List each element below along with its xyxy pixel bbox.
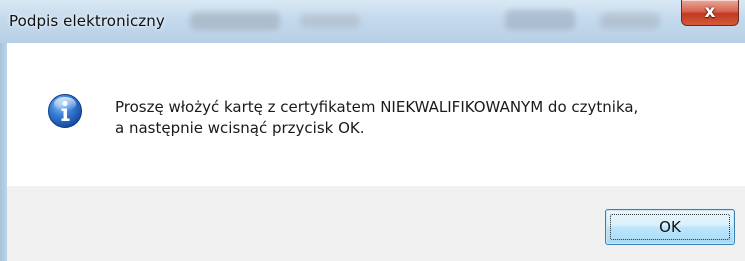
ok-button-label: OK: [659, 218, 681, 236]
info-icon: [48, 94, 82, 128]
title-bar-background-blur: [505, 10, 575, 30]
dialog-message: Proszę włożyć kartę z certyfikatem NIEKW…: [115, 97, 638, 139]
message-dialog: Podpis elektroniczny x Proszę włożyć kar…: [0, 0, 745, 261]
dialog-client-area: Proszę włożyć kartę z certyfikatem NIEKW…: [7, 43, 745, 261]
window-title: Podpis elektroniczny: [9, 12, 165, 30]
message-panel: Proszę włożyć kartę z certyfikatem NIEKW…: [7, 43, 745, 186]
close-icon: x: [704, 2, 716, 22]
ok-button[interactable]: OK: [605, 209, 735, 245]
title-bar-background-blur: [190, 12, 280, 30]
close-button[interactable]: x: [681, 0, 739, 26]
window-frame-left: [0, 43, 7, 261]
message-line-1: Proszę włożyć kartę z certyfikatem NIEKW…: [115, 98, 639, 116]
message-line-2: a następnie wcisnąć przycisk OK.: [115, 119, 365, 137]
title-bar-background-blur: [300, 14, 360, 28]
title-bar[interactable]: Podpis elektroniczny x: [0, 0, 745, 44]
title-bar-background-blur: [600, 13, 660, 29]
